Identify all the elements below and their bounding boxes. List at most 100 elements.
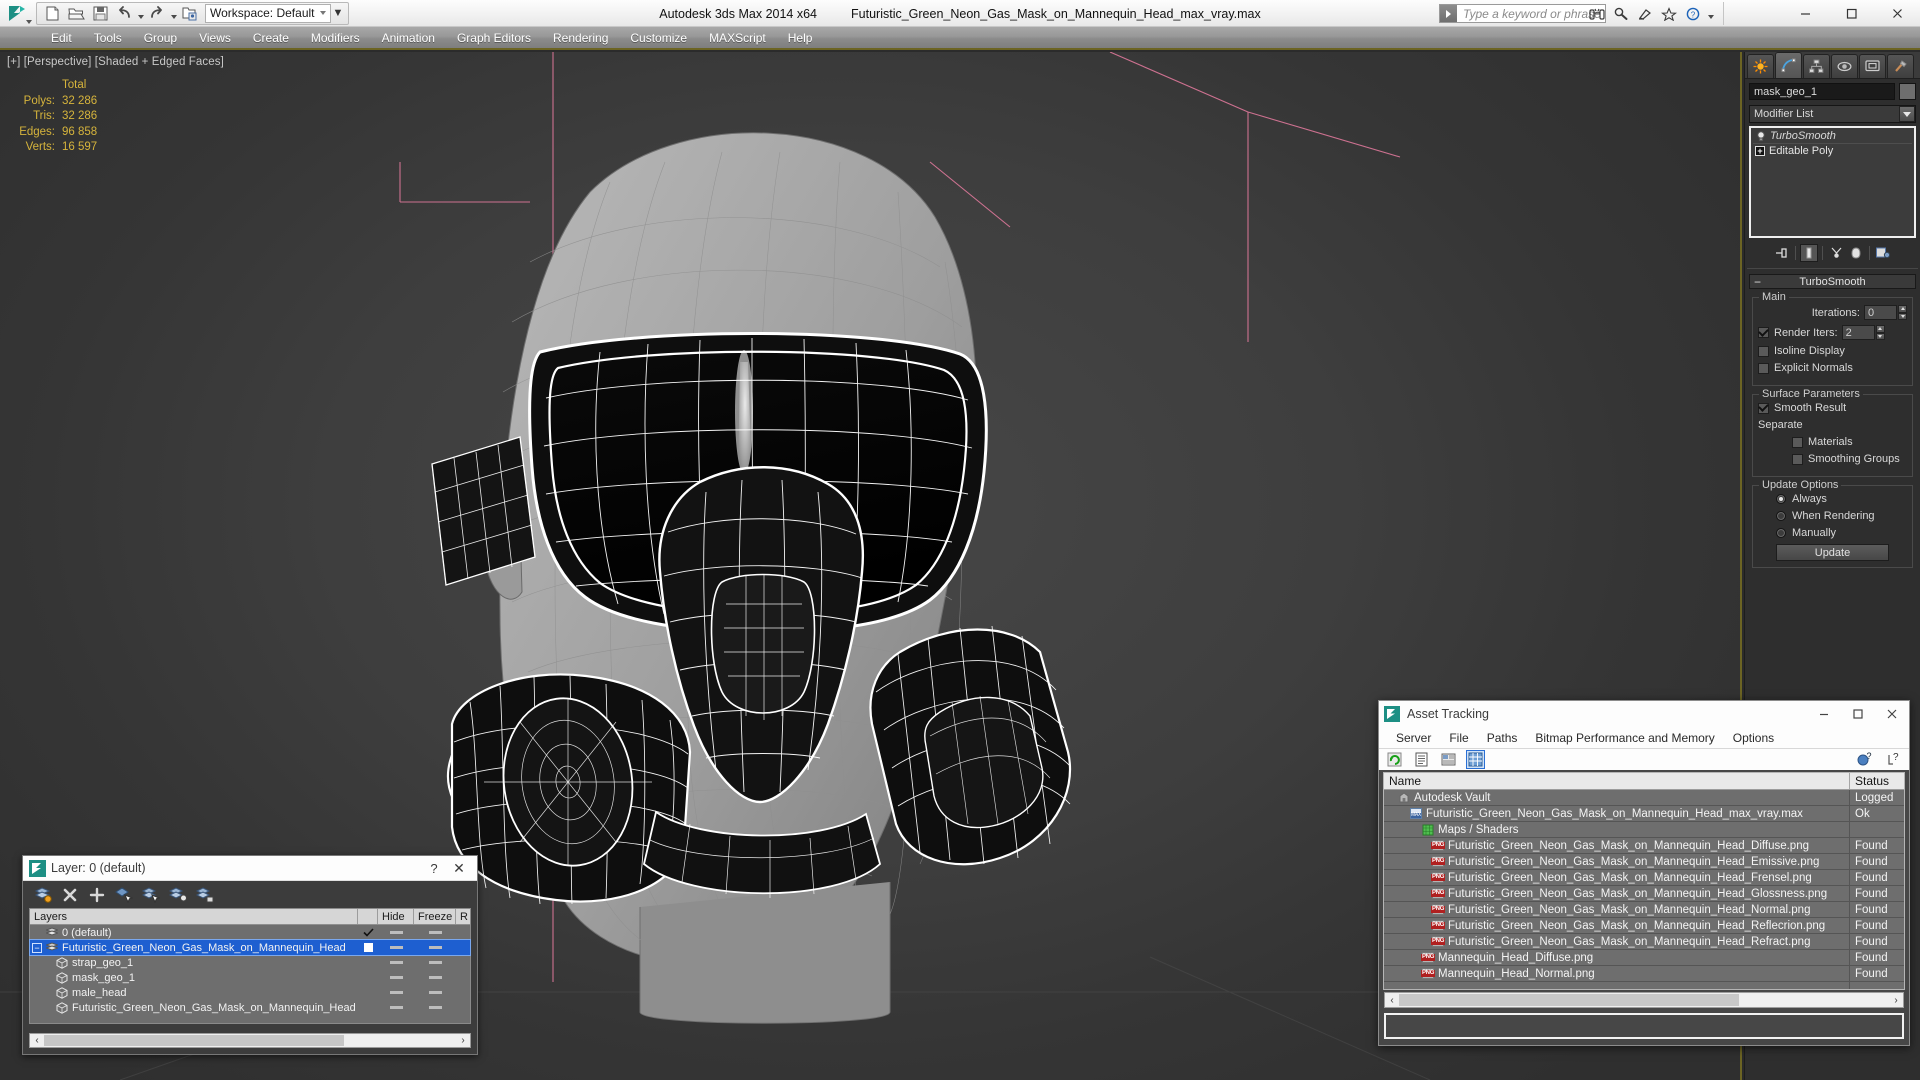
infocenter-search[interactable]: Type a keyword or phrase xyxy=(1439,4,1606,23)
current-layer-check[interactable] xyxy=(358,943,378,952)
modifier-stack-item-turbosmooth[interactable]: TurboSmooth xyxy=(1752,129,1913,143)
explicit-normals-row[interactable]: Explicit Normals xyxy=(1758,362,1907,374)
search-input[interactable]: Type a keyword or phrase xyxy=(1457,5,1605,22)
column-header-current[interactable] xyxy=(358,909,378,924)
asset-row-texture[interactable]: PNG Futuristic_Green_Neon_Gas_Mask_on_Ma… xyxy=(1384,902,1904,918)
application-menu-button[interactable] xyxy=(0,0,34,27)
motion-tab[interactable] xyxy=(1831,54,1858,78)
asset-row-texture[interactable]: PNG Futuristic_Green_Neon_Gas_Mask_on_Ma… xyxy=(1384,838,1904,854)
make-unique-icon[interactable] xyxy=(1827,244,1845,262)
qat-overflow-icon[interactable]: ▼ xyxy=(331,3,345,24)
column-header-freeze[interactable]: Freeze xyxy=(414,909,456,924)
modifier-list-dropdown[interactable]: Modifier List xyxy=(1749,105,1916,123)
add-selection-to-layer-icon[interactable] xyxy=(87,885,106,904)
help-icon[interactable]: ? xyxy=(1885,751,1902,768)
menu-item-create[interactable]: Create xyxy=(242,26,300,49)
expand-plus-icon[interactable]: + xyxy=(1755,146,1765,156)
modifier-stack[interactable]: TurboSmooth + Editable Poly xyxy=(1749,126,1916,238)
asset-row-vault[interactable]: Autodesk Vault Logged xyxy=(1384,790,1904,806)
menu-item-views[interactable]: Views xyxy=(188,26,242,49)
scroll-right-icon[interactable]: › xyxy=(1889,995,1903,1006)
smooth-result-checkbox[interactable] xyxy=(1758,402,1769,414)
show-end-result-icon[interactable] xyxy=(1800,244,1818,262)
menu-item-graph-editors[interactable]: Graph Editors xyxy=(446,26,542,49)
update-when-rendering-radio[interactable] xyxy=(1776,511,1786,521)
freeze-toggle[interactable] xyxy=(414,1006,456,1009)
scrollbar-thumb[interactable] xyxy=(44,1035,344,1046)
asset-horizontal-scrollbar[interactable]: ‹ › xyxy=(1384,992,1904,1008)
separate-smoothing-groups-checkbox[interactable] xyxy=(1792,453,1803,465)
set-project-folder-icon[interactable] xyxy=(178,3,202,24)
redo-dropdown-icon[interactable] xyxy=(169,3,178,24)
undo-dropdown-icon[interactable] xyxy=(136,3,145,24)
freeze-toggle[interactable] xyxy=(414,961,456,964)
update-button[interactable]: Update xyxy=(1776,544,1889,561)
update-always-radio[interactable] xyxy=(1776,494,1786,504)
column-header-layers[interactable]: Layers xyxy=(30,909,358,924)
help-icon[interactable]: ? xyxy=(1682,3,1703,24)
scrollbar-thumb[interactable] xyxy=(1399,994,1739,1006)
menu-item-bitmap-performance[interactable]: Bitmap Performance and Memory xyxy=(1526,731,1723,745)
scroll-left-icon[interactable]: ‹ xyxy=(1385,995,1399,1006)
create-new-layer-icon[interactable] xyxy=(33,885,52,904)
configure-modifier-sets-icon[interactable] xyxy=(1874,244,1892,262)
select-objects-in-layer-icon[interactable] xyxy=(114,885,133,904)
rollout-header[interactable]: − TurboSmooth xyxy=(1749,274,1916,289)
asset-row-texture[interactable]: PNG Futuristic_Green_Neon_Gas_Mask_on_Ma… xyxy=(1384,918,1904,934)
asset-list-table[interactable]: Name Status Autodesk Vault Logged MAX Fu… xyxy=(1383,772,1905,990)
explicit-normals-checkbox[interactable] xyxy=(1758,362,1769,374)
menu-item-group[interactable]: Group xyxy=(133,26,188,49)
remove-modifier-icon[interactable] xyxy=(1847,244,1865,262)
update-when-rendering-row[interactable]: When Rendering xyxy=(1758,510,1907,522)
open-file-icon[interactable] xyxy=(64,3,88,24)
layer-row-object[interactable]: strap_geo_1 xyxy=(30,955,470,970)
subscription-icon[interactable] xyxy=(1634,3,1655,24)
column-header-render[interactable]: R xyxy=(456,909,470,924)
menu-item-server[interactable]: Server xyxy=(1387,731,1440,745)
favorites-star-icon[interactable] xyxy=(1658,3,1679,24)
collapse-icon[interactable]: − xyxy=(1754,276,1761,288)
hide-toggle[interactable] xyxy=(378,991,414,994)
asset-row-maps-shaders[interactable]: Maps / Shaders xyxy=(1384,822,1904,838)
render-iters-spinner[interactable]: 2 xyxy=(1841,325,1885,340)
menu-item-edit[interactable]: Edit xyxy=(40,26,83,49)
delete-layer-icon[interactable] xyxy=(60,885,79,904)
search-expand-icon[interactable] xyxy=(1440,5,1457,22)
column-header-hide[interactable]: Hide xyxy=(378,909,414,924)
hide-toggle[interactable] xyxy=(378,1006,414,1009)
isoline-display-row[interactable]: Isoline Display xyxy=(1758,345,1907,357)
layer-row-selected[interactable]: − Futuristic_Green_Neon_Gas_Mask_on_Mann… xyxy=(29,939,471,956)
hierarchy-tab[interactable] xyxy=(1803,54,1830,78)
modify-tab[interactable] xyxy=(1775,52,1802,78)
highlight-selected-objects-icon[interactable] xyxy=(168,885,187,904)
iterations-value[interactable]: 0 xyxy=(1864,305,1897,320)
isoline-display-checkbox[interactable] xyxy=(1758,345,1769,357)
maximize-button[interactable] xyxy=(1841,701,1875,727)
menu-item-maxscript[interactable]: MAXScript xyxy=(698,26,777,49)
utilities-tab[interactable] xyxy=(1887,54,1914,78)
separate-materials-row[interactable]: Materials xyxy=(1758,436,1907,448)
render-iters-checkbox[interactable] xyxy=(1758,327,1769,338)
asset-tracking-dialog[interactable]: Asset Tracking Server File Paths Bitmap … xyxy=(1378,700,1910,1046)
display-tab[interactable] xyxy=(1859,54,1886,78)
viewport-label[interactable]: [+] [Perspective] [Shaded + Edged Faces] xyxy=(7,56,224,68)
save-file-icon[interactable] xyxy=(88,3,112,24)
asset-row-texture[interactable]: PNG Futuristic_Green_Neon_Gas_Mask_on_Ma… xyxy=(1384,854,1904,870)
layer-dialog[interactable]: Layer: 0 (default) ? ✕ Layers Hide Freez… xyxy=(22,855,478,1055)
binoculars-icon[interactable] xyxy=(1586,3,1607,24)
menu-item-file[interactable]: File xyxy=(1440,731,1477,745)
menu-item-rendering[interactable]: Rendering xyxy=(542,26,619,49)
layer-row-object[interactable]: male_head xyxy=(30,985,470,1000)
iterations-spinner[interactable]: 0 xyxy=(1864,305,1907,320)
layer-properties-icon[interactable] xyxy=(195,885,214,904)
spinner-arrows[interactable] xyxy=(1875,325,1885,340)
refresh-icon[interactable] xyxy=(1386,751,1403,768)
minimize-button[interactable] xyxy=(1807,701,1841,727)
asset-row-texture[interactable]: PNG Mannequin_Head_Normal.png Found xyxy=(1384,966,1904,982)
smooth-result-row[interactable]: Smooth Result xyxy=(1758,402,1907,414)
asset-row-texture[interactable]: PNG Futuristic_Green_Neon_Gas_Mask_on_Ma… xyxy=(1384,934,1904,950)
close-button[interactable]: ✕ xyxy=(445,860,473,877)
layer-horizontal-scrollbar[interactable]: ‹ › xyxy=(29,1033,471,1048)
object-name-field[interactable]: mask_geo_1 xyxy=(1749,83,1895,100)
chevron-down-icon[interactable] xyxy=(1899,106,1915,122)
